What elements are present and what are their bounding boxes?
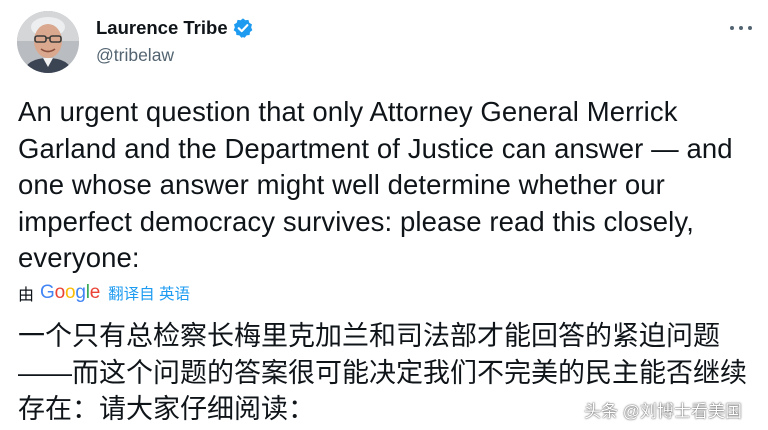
tweet-card: Laurence Tribe @tribelaw An urgent quest… — [0, 0, 768, 430]
avatar-photo — [17, 11, 79, 73]
verified-badge-icon — [232, 17, 254, 39]
author-name-row: Laurence Tribe — [96, 16, 254, 40]
more-dot — [748, 26, 752, 30]
more-options-icon[interactable] — [730, 18, 752, 38]
author-handle[interactable]: @tribelaw — [96, 44, 174, 66]
tweet-body-text: An urgent question that only Attorney Ge… — [18, 96, 741, 273]
translation-attribution: 由 Google 翻译自 英语 — [18, 281, 190, 305]
author-display-name[interactable]: Laurence Tribe — [96, 16, 228, 40]
google-logo: Google — [40, 282, 101, 303]
more-dot — [739, 26, 743, 30]
author-avatar[interactable] — [17, 11, 79, 73]
source-watermark: 头条 @刘博士看美国 — [584, 402, 742, 421]
translated-by-label: 由 — [18, 287, 35, 304]
translated-from-link[interactable]: 翻译自 英语 — [108, 282, 190, 304]
more-dot — [730, 26, 734, 30]
